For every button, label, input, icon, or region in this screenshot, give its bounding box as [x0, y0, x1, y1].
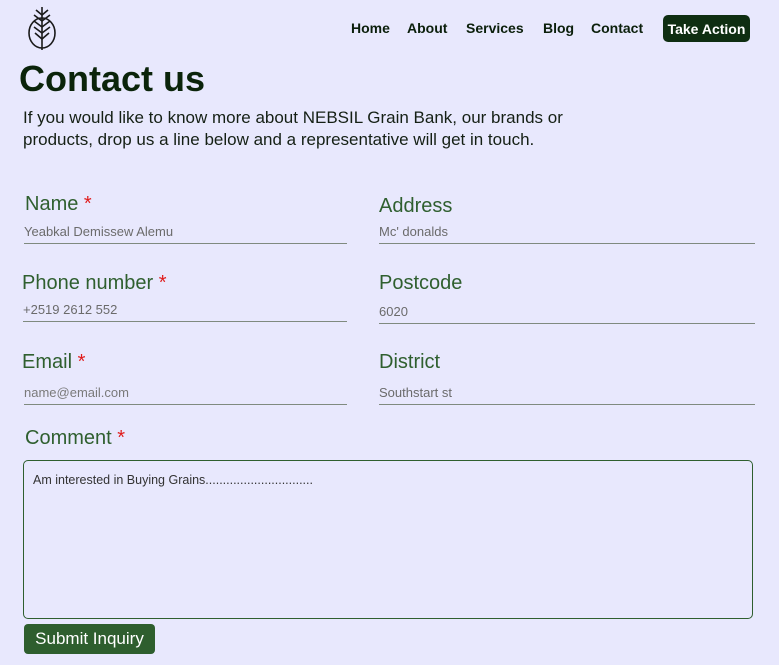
- required-marker: *: [77, 351, 86, 373]
- comment-textarea[interactable]: Am interested in Buying Grains..........…: [23, 460, 753, 619]
- postcode-label: Postcode: [379, 272, 463, 294]
- district-label: District: [379, 351, 441, 373]
- name-label-text: Name: [25, 193, 79, 215]
- phone-label: Phone number *: [22, 272, 167, 295]
- intro-text: If you would like to know more about NEB…: [23, 108, 563, 149]
- nav-blog-link[interactable]: Blog: [543, 20, 574, 36]
- postcode-input[interactable]: [379, 304, 755, 324]
- required-marker: *: [83, 193, 92, 215]
- district-input[interactable]: [379, 385, 755, 405]
- email-label-text: Email: [22, 351, 73, 373]
- email-label: Email *: [22, 351, 85, 374]
- take-action-button[interactable]: Take Action: [663, 15, 750, 42]
- required-marker: *: [117, 427, 126, 449]
- nav-contact-link[interactable]: Contact: [591, 20, 643, 36]
- name-label: Name *: [25, 193, 92, 216]
- email-input[interactable]: [24, 385, 347, 405]
- nav-home-link[interactable]: Home: [351, 20, 390, 36]
- address-input[interactable]: [379, 224, 755, 244]
- phone-input[interactable]: [23, 302, 347, 322]
- phone-label-text: Phone number: [22, 272, 154, 294]
- required-marker: *: [158, 272, 167, 294]
- name-input[interactable]: [24, 224, 347, 244]
- nav-services-link[interactable]: Services: [466, 20, 524, 36]
- address-label: Address: [379, 195, 453, 217]
- wheat-logo-icon[interactable]: [25, 5, 59, 51]
- comment-label-text: Comment: [25, 427, 112, 449]
- submit-inquiry-button[interactable]: Submit Inquiry: [24, 624, 155, 654]
- nav-about-link[interactable]: About: [407, 20, 447, 36]
- page-title: Contact us: [19, 58, 206, 99]
- comment-label: Comment *: [25, 427, 125, 450]
